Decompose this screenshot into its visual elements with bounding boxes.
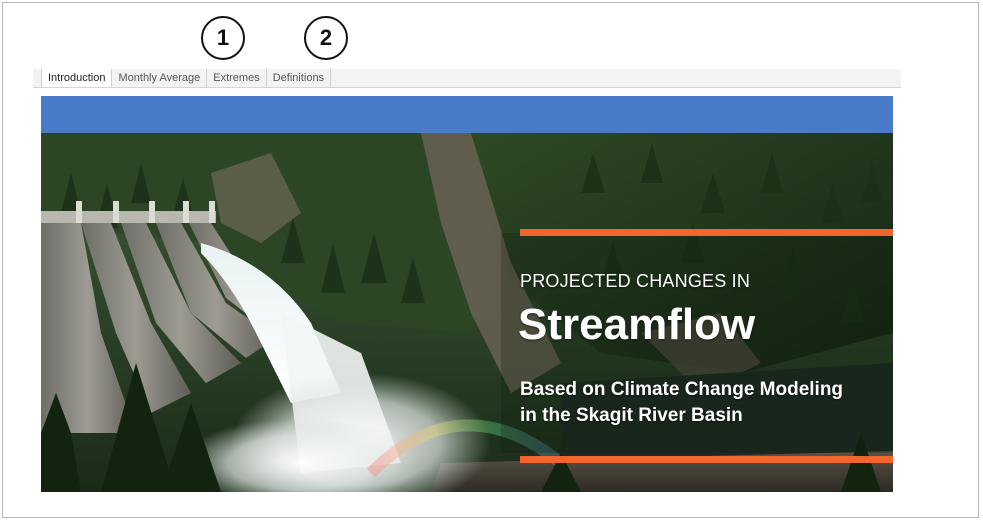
hero-headline: Streamflow	[518, 300, 756, 349]
hero-kicker: PROJECTED CHANGES IN	[520, 271, 751, 291]
hero-subtitle-line-1: Based on Climate Change Modeling	[520, 379, 844, 400]
tab-extremes[interactable]: Extremes	[207, 69, 267, 87]
dam-waterfall-photo	[41, 133, 893, 492]
callout-marker-1: 1	[201, 16, 245, 60]
tab-introduction[interactable]: Introduction	[41, 69, 113, 87]
accent-line-top	[520, 229, 893, 236]
tab-definitions[interactable]: Definitions	[267, 69, 332, 87]
intro-hero-image: PROJECTED CHANGES IN Streamflow Based on…	[41, 96, 893, 492]
callout-marker-2: 2	[304, 16, 348, 60]
tab-monthly-average[interactable]: Monthly Average	[112, 69, 208, 87]
accent-line-bottom	[520, 456, 893, 463]
dashboard-tab-bar: Introduction Monthly Average Extremes De…	[33, 69, 901, 88]
hero-subtitle-line-2: in the Skagit River Basin	[520, 405, 743, 426]
hero-header-bar	[41, 96, 893, 133]
